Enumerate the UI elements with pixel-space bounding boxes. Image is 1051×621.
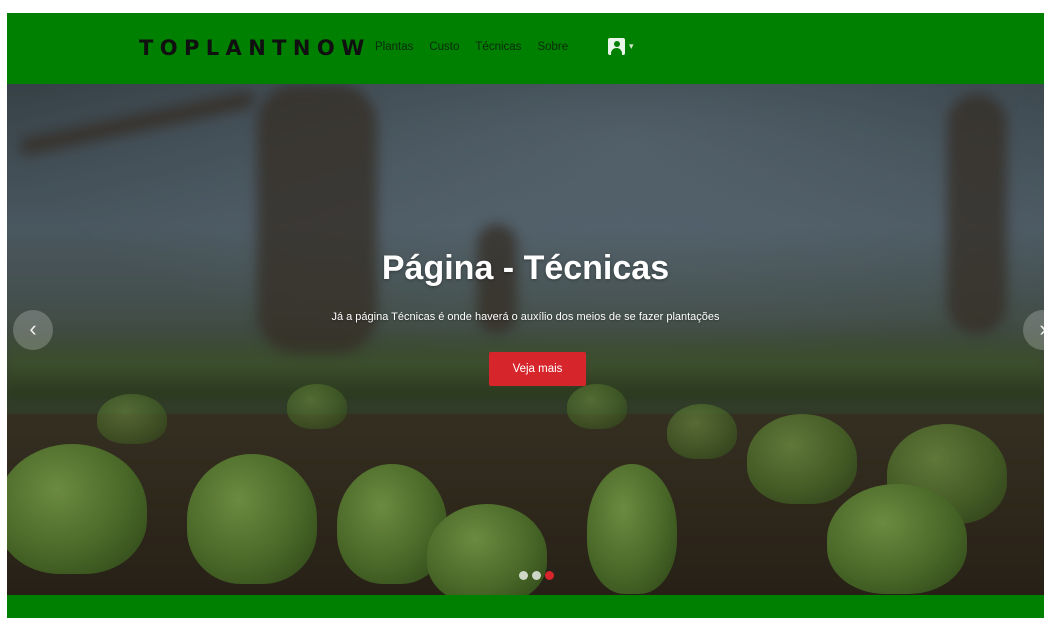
top-navbar: TOPLANTNOW Plantas Custo Técnicas Sobre … (7, 13, 1044, 84)
brand-logo[interactable]: TOPLANTNOW (139, 35, 371, 61)
nav-link-plantas[interactable]: Plantas (375, 39, 413, 55)
nav-link-custo[interactable]: Custo (429, 39, 459, 55)
user-icon (608, 38, 625, 55)
hero-overlay (7, 84, 1044, 595)
carousel-indicators (519, 571, 554, 580)
hero-carousel: Página - Técnicas Já a página Técnicas é… (7, 84, 1044, 595)
browser-viewport: TOPLANTNOW Plantas Custo Técnicas Sobre … (7, 13, 1044, 618)
chevron-right-icon: › (1039, 316, 1044, 341)
nav-links: Plantas Custo Técnicas Sobre (375, 39, 584, 55)
user-menu-dropdown[interactable]: ▾ (608, 38, 634, 55)
veja-mais-button[interactable]: Veja mais (489, 352, 586, 386)
carousel-prev-button[interactable]: ‹ (13, 310, 53, 350)
carousel-indicator-2[interactable] (532, 571, 541, 580)
hero-subtitle: Já a página Técnicas é onde haverá o aux… (331, 311, 720, 323)
nav-link-sobre[interactable]: Sobre (537, 39, 568, 55)
chevron-down-icon: ▾ (629, 41, 634, 51)
chevron-left-icon: ‹ (29, 316, 37, 341)
hero-title: Página - Técnicas (381, 249, 670, 287)
footer-band (7, 595, 1044, 618)
carousel-indicator-1[interactable] (519, 571, 528, 580)
nav-link-tecnicas[interactable]: Técnicas (475, 39, 521, 55)
carousel-indicator-3[interactable] (545, 571, 554, 580)
